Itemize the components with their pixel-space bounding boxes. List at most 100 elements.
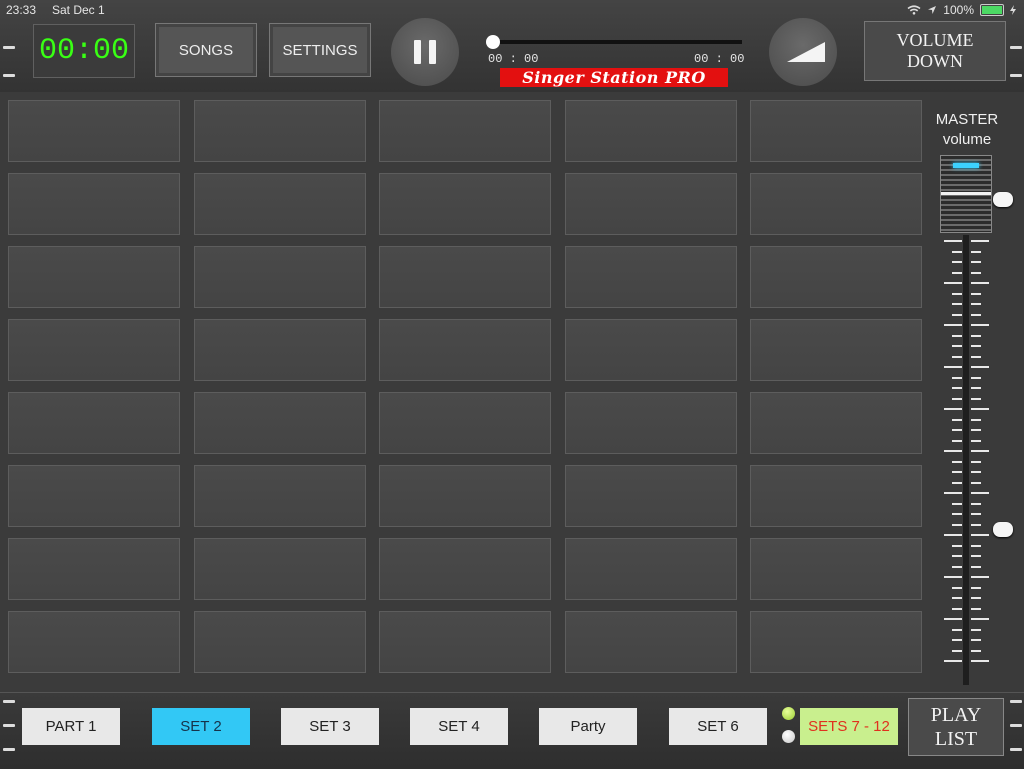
fader-scale-tick (952, 355, 962, 358)
song-pad[interactable] (193, 538, 366, 600)
song-pad[interactable] (750, 100, 922, 162)
song-pad[interactable] (564, 611, 737, 673)
pause-button[interactable] (391, 18, 459, 86)
song-pad[interactable] (564, 246, 737, 308)
song-pad[interactable] (750, 611, 922, 673)
song-pad[interactable] (379, 611, 551, 673)
status-date: Sat Dec 1 (52, 3, 105, 17)
song-pad[interactable] (193, 100, 366, 162)
song-pad[interactable] (8, 246, 180, 308)
set-button-1[interactable]: PART 1 (22, 708, 120, 745)
song-pad[interactable] (193, 173, 366, 235)
elapsed-timer-display: 00:00 (33, 24, 135, 78)
song-pad[interactable] (750, 538, 922, 600)
song-pad[interactable] (8, 392, 180, 454)
fader-side-knob-bottom[interactable] (993, 522, 1013, 537)
song-pad[interactable] (750, 392, 922, 454)
song-pad[interactable] (564, 319, 737, 381)
fade-button[interactable] (769, 18, 837, 86)
fader-scale-tick (971, 250, 981, 253)
song-pad[interactable] (379, 465, 551, 527)
set-button-2[interactable]: SET 2 (152, 708, 250, 745)
fader-scale-tick (952, 418, 962, 421)
fader-scale-tick (971, 523, 981, 526)
rail-tick (3, 748, 15, 751)
rail-tick (1010, 700, 1022, 703)
status-right: 100% (907, 3, 1016, 17)
song-pad[interactable] (193, 392, 366, 454)
volume-down-label-line2: DOWN (907, 51, 963, 71)
playlist-label-line2: LIST (934, 728, 978, 750)
song-pad[interactable] (750, 173, 922, 235)
song-pad[interactable] (564, 392, 737, 454)
song-pad[interactable] (8, 319, 180, 381)
song-pad[interactable] (379, 392, 551, 454)
fader-scale-tick (971, 660, 989, 662)
song-pad[interactable] (564, 100, 737, 162)
song-pad[interactable] (564, 465, 737, 527)
fader-scale-tick (971, 345, 981, 347)
song-pad[interactable] (379, 173, 551, 235)
song-pad[interactable] (750, 465, 922, 527)
fader-scale-tick (971, 387, 981, 389)
sets-bank-button[interactable]: SETS 7 - 12 (800, 708, 898, 745)
fader-scale-tick (944, 492, 962, 494)
fader-scale-tick (952, 523, 962, 526)
song-pad[interactable] (750, 319, 922, 381)
song-pad[interactable] (193, 246, 366, 308)
fader-scale-tick (952, 586, 962, 589)
fader-scale-tick (944, 324, 962, 326)
fader-scale-tick (971, 376, 981, 379)
song-pad[interactable] (8, 173, 180, 235)
volume-down-button[interactable]: VOLUME DOWN (864, 21, 1006, 81)
location-arrow-icon (928, 6, 937, 14)
fader-scale-tick (952, 565, 962, 568)
song-pad[interactable] (564, 173, 737, 235)
song-pad[interactable] (564, 538, 737, 600)
fader-scale-tick (971, 555, 981, 557)
set-button-4[interactable]: SET 4 (410, 708, 508, 745)
fader-scale-tick (944, 576, 962, 578)
set-button-3[interactable]: SET 3 (281, 708, 379, 745)
battery-icon (980, 4, 1004, 16)
fader-scale-tick (971, 271, 981, 274)
song-pad[interactable] (379, 100, 551, 162)
fader-scale-tick (971, 513, 981, 515)
fader-scale-tick (971, 628, 981, 631)
song-pad[interactable] (8, 465, 180, 527)
set-button-6[interactable]: SET 6 (669, 708, 767, 745)
fader-scale-tick (952, 292, 962, 295)
song-pad[interactable] (193, 465, 366, 527)
fader-center-line (941, 192, 991, 195)
master-fader-handle[interactable] (940, 155, 992, 233)
song-pad[interactable] (379, 538, 551, 600)
set-button-5[interactable]: Party (539, 708, 637, 745)
song-pad[interactable] (379, 319, 551, 381)
fader-scale-tick (971, 366, 989, 368)
fader-scale-tick (944, 408, 962, 410)
fader-scale-tick (952, 607, 962, 610)
fader-scale-tick (952, 555, 962, 557)
song-pad[interactable] (8, 611, 180, 673)
song-pad[interactable] (379, 246, 551, 308)
songs-button[interactable]: SONGS (155, 23, 257, 77)
playlist-button[interactable]: PLAY LIST (908, 698, 1004, 756)
fader-scale-tick (971, 576, 989, 578)
playback-progress-knob[interactable] (486, 35, 500, 49)
rail-tick (1010, 724, 1022, 727)
song-pad[interactable] (8, 100, 180, 162)
fader-side-knob-top[interactable] (993, 192, 1013, 207)
fader-scale-tick (952, 376, 962, 379)
fader-scale-tick (944, 660, 962, 662)
master-label-line1: MASTER (935, 111, 999, 128)
song-pad[interactable] (193, 319, 366, 381)
master-fader-track[interactable] (963, 235, 969, 685)
rail-tick (3, 46, 15, 49)
song-pad[interactable] (193, 611, 366, 673)
fader-scale-tick (952, 271, 962, 274)
song-pad[interactable] (750, 246, 922, 308)
playback-progress-track[interactable] (490, 40, 742, 44)
fader-scale-tick (971, 450, 989, 452)
song-pad[interactable] (8, 538, 180, 600)
settings-button[interactable]: SETTINGS (269, 23, 371, 77)
